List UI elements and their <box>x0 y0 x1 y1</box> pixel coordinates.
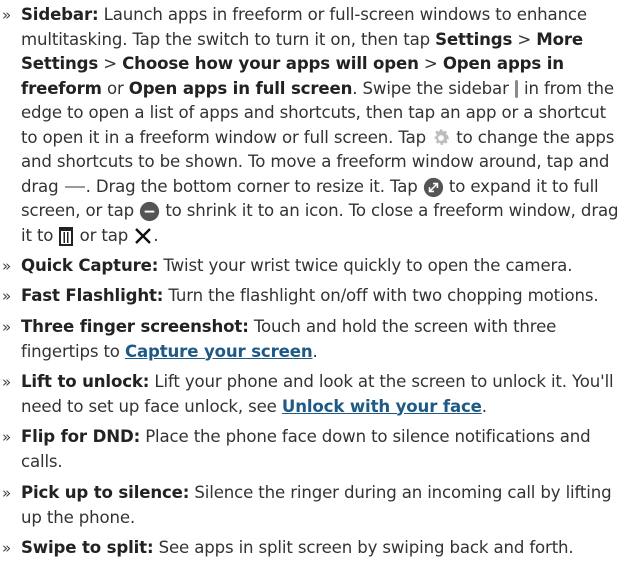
list-item-lift-to-unlock: » Lift to unlock: Lift your phone and lo… <box>0 370 620 419</box>
unlock-with-face-link[interactable]: Unlock with your face <box>282 397 482 416</box>
item-title: Sidebar: <box>21 5 99 24</box>
list-item-quick-capture: » Quick Capture: Twist your wrist twice … <box>0 254 620 279</box>
drag-handle-icon <box>64 182 86 192</box>
trash-icon <box>58 226 74 246</box>
choose-how-label: Choose how your apps will open <box>122 54 419 73</box>
bullet-marker: » <box>2 484 12 502</box>
path-separator: > <box>517 29 532 49</box>
bullet-marker: » <box>2 428 12 446</box>
list-item-flip-for-dnd: » Flip for DND: Place the phone face dow… <box>0 425 620 474</box>
item-text: or <box>106 78 124 98</box>
item-text: See apps in split screen by swiping back… <box>158 538 574 557</box>
capture-screen-link[interactable]: Capture your screen <box>125 342 313 361</box>
item-text: Turn the flashlight on/off with two chop… <box>168 286 599 305</box>
bullet-marker: » <box>2 257 12 275</box>
path-separator: > <box>103 54 118 73</box>
bullet-marker: » <box>2 287 12 305</box>
item-text: or tap <box>79 225 129 245</box>
item-text: . <box>153 225 159 245</box>
item-title: Flip for DND: <box>21 427 141 446</box>
item-text: . Swipe the sidebar <box>352 78 509 98</box>
item-text: . <box>481 396 487 416</box>
bullet-marker: » <box>2 373 12 391</box>
item-text: Twist your wrist twice quickly to open t… <box>163 256 573 275</box>
sidebar-handle-icon <box>514 79 519 99</box>
item-title: Fast Flashlight: <box>21 286 164 305</box>
path-separator: > <box>423 54 438 73</box>
item-text: . Drag the bottom corner to resize it. T… <box>85 176 418 196</box>
list-item-pick-up-to-silence: » Pick up to silence: Silence the ringer… <box>0 481 620 530</box>
item-text: . <box>312 341 318 361</box>
item-title: Quick Capture: <box>21 256 159 275</box>
open-full-label: Open apps in full screen <box>128 78 353 98</box>
list-item-sidebar: » Sidebar: Launch apps in freeform or fu… <box>0 3 620 248</box>
item-title: Swipe to split: <box>21 538 154 557</box>
list-item-three-finger-screenshot: » Three finger screenshot: Touch and hol… <box>0 315 620 364</box>
bullet-marker: » <box>2 6 12 24</box>
item-title: Lift to unlock: <box>21 372 150 391</box>
item-title: Three finger screenshot: <box>21 317 249 336</box>
gear-icon <box>431 128 451 148</box>
settings-label: Settings <box>435 29 513 49</box>
expand-icon <box>423 177 444 198</box>
list-item-fast-flashlight: » Fast Flashlight: Turn the flashlight o… <box>0 284 620 309</box>
close-icon <box>133 226 153 246</box>
item-title: Pick up to silence: <box>21 483 190 502</box>
bullet-marker: » <box>2 318 12 336</box>
minimize-icon <box>139 201 160 222</box>
